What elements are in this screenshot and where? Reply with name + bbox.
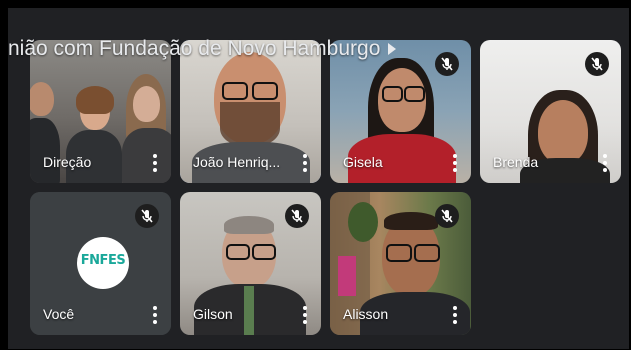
mic-off-icon xyxy=(435,204,459,228)
participant-tile-gilson[interactable]: Gilson xyxy=(180,192,321,335)
mic-off-icon xyxy=(135,204,159,228)
more-options-icon[interactable] xyxy=(148,153,162,173)
participant-name: Você xyxy=(43,306,75,322)
participant-name: Alisson xyxy=(343,306,389,322)
meeting-title[interactable]: nião com Fundação de Novo Hamburgo xyxy=(8,34,397,64)
participant-name: Gilson xyxy=(193,306,233,322)
participant-name: João Henriq... xyxy=(193,154,281,170)
participant-tile-brenda[interactable]: Brenda xyxy=(480,40,621,183)
more-options-icon[interactable] xyxy=(448,305,462,325)
meeting-stage: Direção João Henriq... Gisela Brenda FNF… xyxy=(8,8,629,349)
mic-off-icon xyxy=(585,52,609,76)
more-options-icon[interactable] xyxy=(298,153,312,173)
avatar-logo: FNFES xyxy=(77,237,129,289)
more-options-icon[interactable] xyxy=(448,153,462,173)
participant-name: Direção xyxy=(43,154,92,170)
meeting-title-text: nião com Fundação de Novo Hamburgo xyxy=(8,37,381,60)
more-options-icon[interactable] xyxy=(148,305,162,325)
participant-tile-voce[interactable]: FNFES Você xyxy=(30,192,171,335)
participant-name: Gisela xyxy=(343,154,383,170)
more-options-icon[interactable] xyxy=(598,153,612,173)
chevron-right-icon xyxy=(388,43,397,56)
more-options-icon[interactable] xyxy=(298,305,312,325)
participant-tile-alisson[interactable]: Alisson xyxy=(330,192,471,335)
logo-text: FNFES xyxy=(80,253,126,268)
participant-name: Brenda xyxy=(493,154,539,170)
mic-off-icon xyxy=(285,204,309,228)
mic-off-icon xyxy=(435,52,459,76)
